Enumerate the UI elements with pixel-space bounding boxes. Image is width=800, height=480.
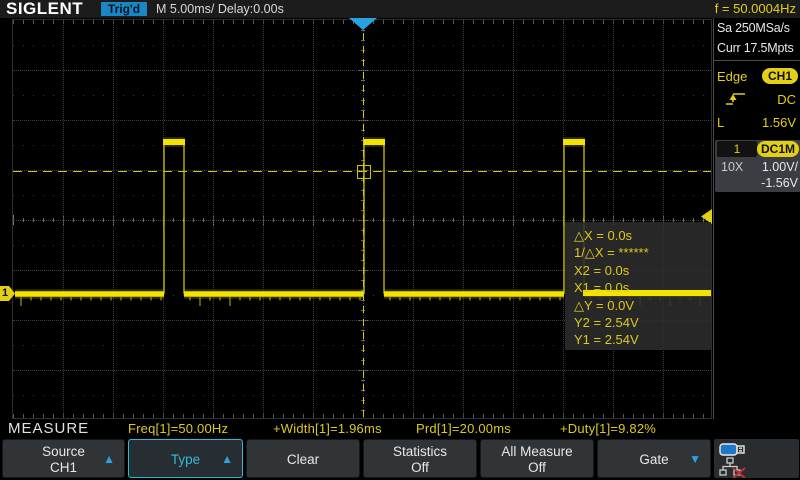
measure-item: Freq[1]=50.00Hz (128, 419, 228, 438)
cursor-readout-line: △X = 0.0s (565, 227, 711, 244)
measure-bar: MEASURE Freq[1]=50.00Hz +Width[1]=1.96ms P… (0, 419, 800, 438)
menu-button-clear[interactable]: Clear (246, 439, 360, 478)
frequency-counter: f = 50.0004Hz (715, 2, 796, 16)
probe-attenuation: 10X (721, 159, 743, 175)
acquisition-info: Sa 250MSa/s Curr 17.5Mpts (714, 18, 800, 61)
channel-coupling-badge: DC1M (757, 141, 799, 157)
menu-button-type[interactable]: Type▲ (128, 439, 243, 478)
menu-button-statistics[interactable]: StatisticsOff (363, 439, 477, 478)
cursor-readout-line: 1/△X = ****** (565, 244, 711, 261)
measure-title: MEASURE (8, 419, 89, 438)
menu-up-arrow-icon: ▲ (221, 452, 233, 466)
measure-item: +Duty[1]=9.82% (560, 419, 656, 438)
menu-down-arrow-icon: ▼ (689, 452, 701, 466)
menu-bar: SourceCH1▲Type▲ClearStatisticsOffAll Mea… (0, 438, 800, 480)
menu-button-gate[interactable]: Gate▼ (597, 439, 711, 478)
sample-rate: Sa 250MSa/s (714, 18, 800, 38)
cursor-readout-panel: △X = 0.0s1/△X = ******X2 = 0.0sX1 = 0.0s… (565, 222, 711, 350)
siglent-logo: SIGLENT (6, 0, 83, 18)
menu-button-source[interactable]: SourceCH1▲ (2, 439, 125, 478)
channel-number-badge: 1 (717, 141, 757, 157)
oscilloscope-screen: SIGLENT Trig'd M 5.00ms/ Delay:0.00s f =… (0, 0, 800, 480)
trigger-source-badge: CH1 (762, 68, 798, 84)
header-bar: SIGLENT Trig'd M 5.00ms/ Delay:0.00s f =… (0, 0, 800, 18)
vertical-offset: -1.56V (761, 175, 798, 191)
menu-up-arrow-icon: ▲ (103, 452, 115, 466)
channel-info-box: 1 DC1M 10X 1.00V/ -1.56V (715, 140, 800, 192)
trigger-level-label: L (717, 115, 724, 130)
menu-button-label: Statistics (364, 443, 476, 460)
cursor-readout-lines: △X = 0.0s1/△X = ******X2 = 0.0sX1 = 0.0s… (565, 222, 711, 350)
memory-depth: Curr 17.5Mpts (714, 38, 800, 58)
cursor-readout-line: Y1 = 2.54V (565, 331, 711, 348)
trigger-status-badge: Trig'd (101, 2, 147, 16)
status-icon-panel (714, 439, 799, 478)
menu-button-value: Off (481, 460, 593, 476)
menu-button-label: Clear (247, 451, 359, 468)
cursor-readout-line: Y2 = 2.54V (565, 314, 711, 331)
cursor-readout-line: X2 = 0.0s (565, 262, 711, 279)
trigger-level-value: 1.56V (762, 111, 796, 134)
cursor-readout-line: △Y = 0.0V (565, 297, 711, 314)
menu-button-all-measure[interactable]: All MeasureOff (480, 439, 594, 478)
measure-item: Prd[1]=20.00ms (416, 419, 511, 438)
cursor-readout-line: X1 = 0.0s (565, 279, 711, 296)
timebase-readout: M 5.00ms/ Delay:0.00s (156, 2, 284, 16)
vertical-cursor-line[interactable] (363, 20, 364, 418)
cursor-handle[interactable] (357, 165, 371, 179)
menu-button-label: All Measure (481, 443, 593, 460)
trigger-coupling: DC (777, 88, 796, 111)
measure-item: +Width[1]=1.96ms (273, 419, 382, 438)
vertical-scale: 1.00V/ (762, 159, 798, 175)
trigger-info: Edge CH1 DC L 1.56V (714, 61, 800, 140)
menu-button-value: Off (364, 460, 476, 476)
rising-edge-icon (725, 91, 747, 107)
trigger-mode: Edge (717, 69, 747, 84)
usb-icon (719, 442, 749, 458)
waveform-grid (12, 19, 712, 419)
sidebar: Sa 250MSa/s Curr 17.5Mpts Edge CH1 DC L … (713, 18, 800, 420)
lan-disconnected-icon (719, 457, 749, 478)
